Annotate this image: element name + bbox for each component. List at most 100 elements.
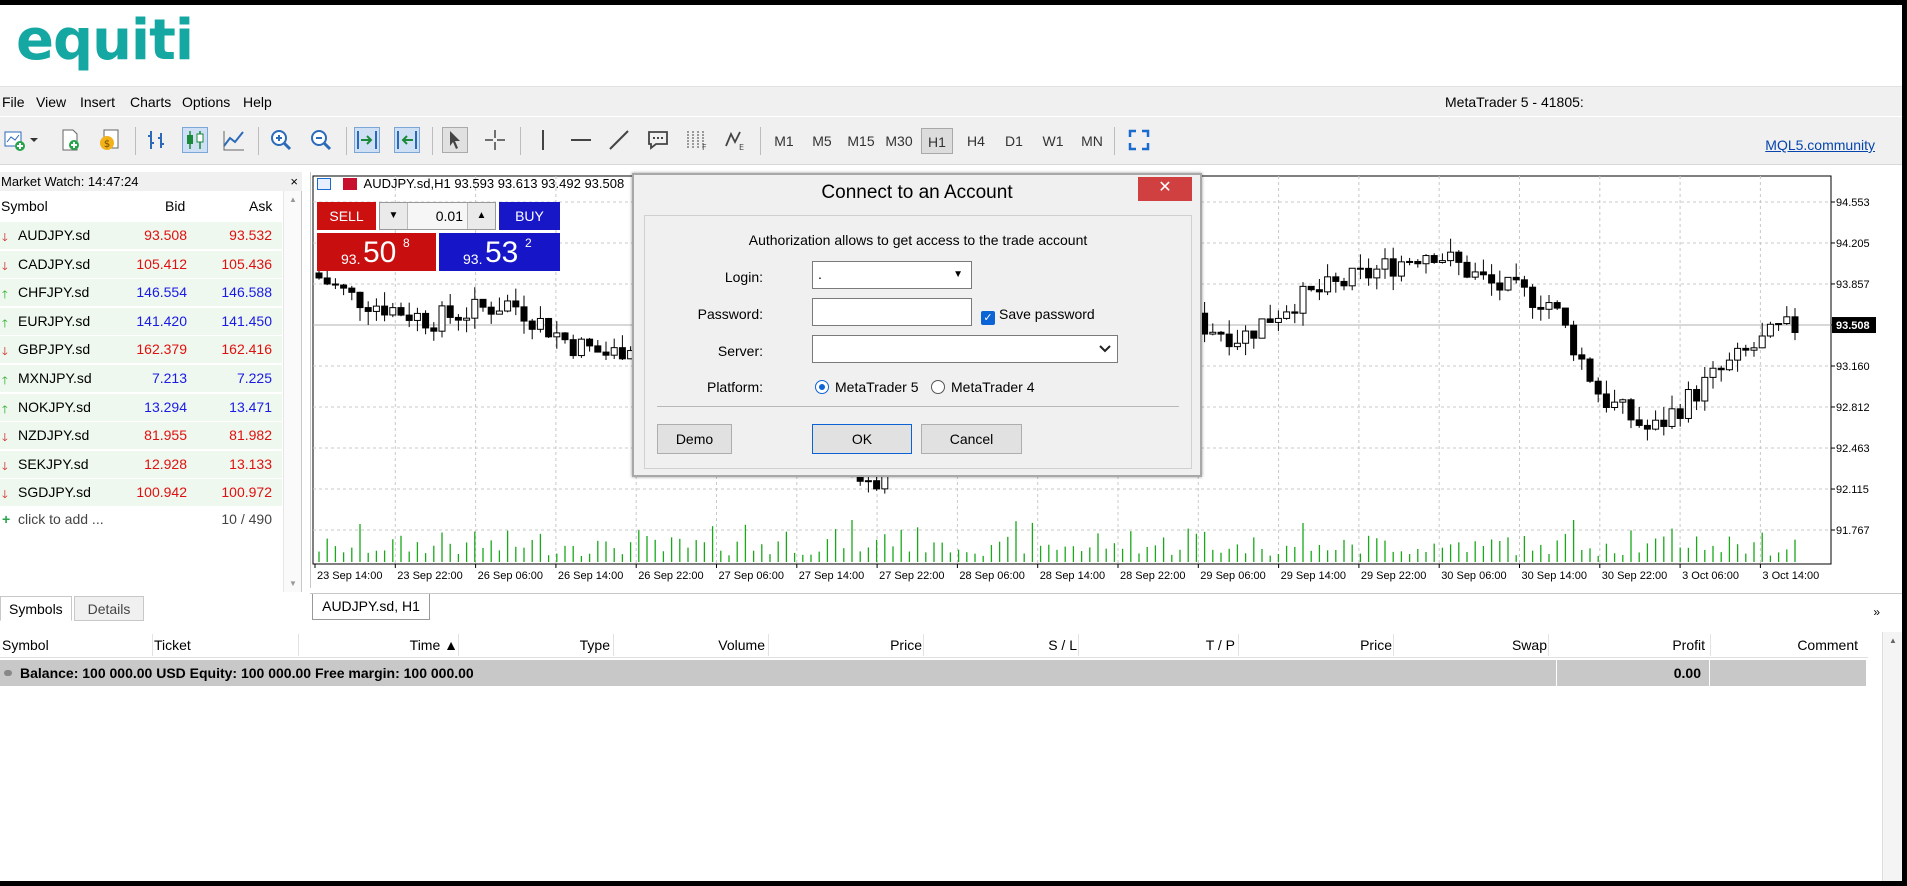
add-symbol-label[interactable]: click to add ... xyxy=(18,511,104,527)
platform-mt5-radio[interactable]: MetaTrader 5 xyxy=(815,379,919,395)
column-header[interactable]: Price xyxy=(1240,637,1392,653)
server-combobox[interactable] xyxy=(812,335,1118,363)
collapse-icon[interactable] xyxy=(4,670,12,676)
list-item[interactable]: 🡑 NOKJPY.sd 13.294 13.471 xyxy=(0,393,282,422)
close-icon[interactable]: × xyxy=(290,172,298,191)
fibonacci-icon[interactable]: F xyxy=(683,127,709,153)
trendline-icon[interactable] xyxy=(606,127,632,153)
column-header[interactable]: Comment xyxy=(1712,637,1858,653)
text-label-icon[interactable] xyxy=(645,127,671,153)
login-combobox[interactable]: . ▼ xyxy=(812,261,972,289)
column-separator[interactable] xyxy=(152,634,153,656)
list-item[interactable]: 🡓 NZDJPY.sd 81.955 81.982 xyxy=(0,422,282,451)
ok-button[interactable]: OK xyxy=(812,424,912,454)
buy-button[interactable]: BUY xyxy=(499,202,560,230)
tab-symbols[interactable]: Symbols xyxy=(0,596,72,621)
volume-increase-icon[interactable]: ▲ xyxy=(467,203,495,229)
list-item[interactable]: 🡓 CADJPY.sd 105.412 105.436 xyxy=(0,250,282,279)
chevron-down-icon[interactable]: ▼ xyxy=(953,269,963,280)
double-chevron-right-icon[interactable]: » xyxy=(1873,605,1880,619)
vertical-line-icon[interactable] xyxy=(530,127,556,153)
column-symbol[interactable]: Symbol xyxy=(1,198,48,214)
bar-chart-icon[interactable] xyxy=(144,127,170,153)
new-chart-icon[interactable] xyxy=(2,127,28,153)
column-separator[interactable] xyxy=(613,634,614,656)
column-separator[interactable] xyxy=(1238,634,1239,656)
volume-decrease-icon[interactable]: ▼ xyxy=(380,203,408,229)
column-header[interactable]: Price xyxy=(770,637,922,653)
column-bid[interactable]: Bid xyxy=(165,198,185,214)
column-separator[interactable] xyxy=(768,634,769,656)
radio-selected-icon[interactable] xyxy=(815,380,829,394)
column-header[interactable]: Volume xyxy=(615,637,765,653)
elliott-wave-icon[interactable]: E xyxy=(722,127,748,153)
volume-input[interactable]: 0.01 xyxy=(412,208,463,224)
chart-tab-audjpy[interactable]: AUDJPY.sd, H1 xyxy=(312,594,430,620)
timeframe-h4[interactable]: H4 xyxy=(960,128,992,154)
mql5-community-link[interactable]: MQL5.community xyxy=(1765,137,1875,153)
column-header[interactable]: Time ▲ xyxy=(300,637,458,653)
chevron-down-icon[interactable] xyxy=(1099,345,1111,353)
column-header[interactable]: Swap xyxy=(1395,637,1547,653)
list-item[interactable]: 🡓 AUDJPY.sd 93.508 93.532 xyxy=(0,222,282,250)
tab-details[interactable]: Details xyxy=(74,596,144,621)
column-header[interactable]: Symbol xyxy=(2,637,102,653)
list-item[interactable]: 🡑 MXNJPY.sd 7.213 7.225 xyxy=(0,365,282,393)
column-header[interactable]: Type xyxy=(460,637,610,653)
column-separator[interactable] xyxy=(1078,634,1079,656)
list-item[interactable]: 🡑 EURJPY.sd 141.420 141.450 xyxy=(0,307,282,336)
checkbox-checked-icon[interactable]: ✓ xyxy=(981,311,995,325)
zoom-in-icon[interactable] xyxy=(268,127,294,153)
column-separator[interactable] xyxy=(923,634,924,656)
list-item[interactable]: 🡑 CHFJPY.sd 146.554 146.588 xyxy=(0,279,282,308)
scroll-up-icon[interactable]: ▲ xyxy=(1889,636,1897,645)
new-order-icon[interactable]: $ xyxy=(96,127,122,153)
column-ask[interactable]: Ask xyxy=(249,198,272,214)
timeframe-m15[interactable]: M15 xyxy=(844,128,878,154)
chart-shift-icon[interactable] xyxy=(354,127,380,153)
platform-mt4-radio[interactable]: MetaTrader 4 xyxy=(931,379,1035,395)
dropdown-arrow-icon[interactable] xyxy=(28,127,40,153)
profiles-icon[interactable] xyxy=(57,127,83,153)
horizontal-line-icon[interactable] xyxy=(568,127,594,153)
menu-help[interactable]: Help xyxy=(243,94,272,110)
radio-unselected-icon[interactable] xyxy=(931,380,945,394)
column-separator[interactable] xyxy=(1548,634,1549,656)
timeframe-h1[interactable]: H1 xyxy=(921,128,953,154)
column-separator[interactable] xyxy=(458,634,459,656)
column-header[interactable]: T / P xyxy=(1080,637,1235,653)
sell-price[interactable]: 93. 50 8 xyxy=(317,233,436,271)
column-header[interactable]: S / L xyxy=(925,637,1077,653)
timeframe-w1[interactable]: W1 xyxy=(1037,128,1069,154)
candlestick-icon[interactable] xyxy=(182,127,208,153)
menu-file[interactable]: File xyxy=(2,94,25,110)
list-item[interactable]: 🡓 GBPJPY.sd 162.379 162.416 xyxy=(0,336,282,365)
buy-price[interactable]: 93. 53 2 xyxy=(439,233,560,271)
cursor-icon[interactable] xyxy=(442,127,468,153)
timeframe-m30[interactable]: M30 xyxy=(882,128,916,154)
crosshair-icon[interactable] xyxy=(482,127,508,153)
timeframe-d1[interactable]: D1 xyxy=(998,128,1030,154)
fullscreen-icon[interactable] xyxy=(1126,127,1152,153)
menu-insert[interactable]: Insert xyxy=(80,94,115,110)
zoom-out-icon[interactable] xyxy=(308,127,334,153)
market-watch-scrollbar[interactable]: ▲ ▼ xyxy=(283,191,301,592)
cancel-button[interactable]: Cancel xyxy=(921,424,1022,454)
line-chart-icon[interactable] xyxy=(221,127,247,153)
password-field[interactable] xyxy=(812,298,972,326)
autoscroll-icon[interactable] xyxy=(394,127,420,153)
column-separator[interactable] xyxy=(1710,634,1711,656)
list-item[interactable]: 🡓 SGDJPY.sd 100.942 100.972 xyxy=(0,479,282,508)
menu-view[interactable]: View xyxy=(36,94,66,110)
save-password-checkbox[interactable]: ✓ Save password xyxy=(981,306,1095,325)
column-header[interactable]: Profit xyxy=(1550,637,1705,653)
menu-options[interactable]: Options xyxy=(182,94,230,110)
timeframe-m1[interactable]: M1 xyxy=(768,128,800,154)
timeframe-mn[interactable]: MN xyxy=(1076,128,1108,154)
toolbox-scrollbar[interactable]: ▲ xyxy=(1882,632,1902,881)
column-header[interactable]: Ticket xyxy=(154,637,254,653)
sell-button[interactable]: SELL xyxy=(317,202,376,230)
dialog-close-button[interactable]: ✕ xyxy=(1138,177,1192,201)
timeframe-m5[interactable]: M5 xyxy=(806,128,838,154)
demo-button[interactable]: Demo xyxy=(657,424,732,454)
